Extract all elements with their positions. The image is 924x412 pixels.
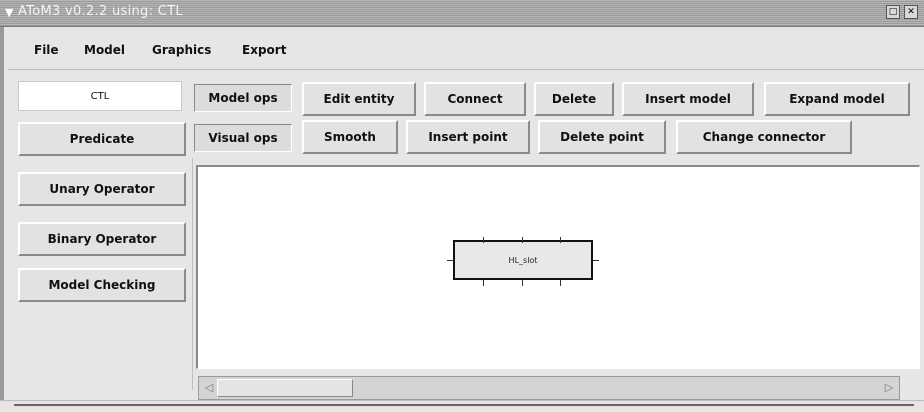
window-bottom-border [0, 400, 924, 412]
insert-point-button[interactable]: Insert point [406, 120, 530, 154]
unary-operator-button[interactable]: Unary Operator [18, 172, 186, 206]
binary-operator-button[interactable]: Binary Operator [18, 222, 186, 256]
close-icon[interactable]: ✕ [904, 5, 918, 19]
title-bar[interactable]: ▼ AToM3 v0.2.2 using: CTL □ ✕ [0, 0, 924, 27]
model-ops-label: Model ops [194, 84, 292, 112]
entity-port[interactable] [560, 237, 561, 243]
entity-port[interactable] [593, 260, 599, 261]
menu-export[interactable]: Export [242, 43, 286, 57]
menu-file[interactable]: File [34, 43, 59, 57]
scroll-left-icon[interactable]: ◁ [201, 379, 217, 397]
window-menu-icon[interactable]: ▼ [5, 6, 17, 20]
expand-model-button[interactable]: Expand model [764, 82, 910, 116]
model-canvas[interactable]: HL_slot [196, 165, 920, 369]
window-title: AToM3 v0.2.2 using: CTL [18, 4, 183, 19]
insert-model-button[interactable]: Insert model [622, 82, 754, 116]
scroll-right-icon[interactable]: ▷ [881, 379, 897, 397]
smooth-button[interactable]: Smooth [302, 120, 398, 154]
scrollbar-thumb[interactable] [217, 379, 353, 397]
entity-port[interactable] [522, 237, 523, 243]
connect-button[interactable]: Connect [424, 82, 526, 116]
window-left-border [0, 26, 4, 412]
menu-model[interactable]: Model [84, 43, 125, 57]
entity-port[interactable] [522, 280, 523, 286]
model-checking-button[interactable]: Model Checking [18, 268, 186, 302]
visual-ops-label: Visual ops [194, 124, 292, 152]
divider [14, 404, 914, 406]
menu-graphics[interactable]: Graphics [152, 43, 211, 57]
application-window: ▼ AToM3 v0.2.2 using: CTL □ ✕ File Model… [0, 0, 924, 412]
canvas-entity[interactable]: HL_slot [453, 240, 593, 280]
entity-port[interactable] [483, 280, 484, 286]
change-connector-button[interactable]: Change connector [676, 120, 852, 154]
delete-point-button[interactable]: Delete point [538, 120, 666, 154]
entity-port[interactable] [447, 260, 453, 261]
edit-entity-button[interactable]: Edit entity [302, 82, 416, 116]
predicate-button[interactable]: Predicate [18, 122, 186, 156]
formalism-name-field: CTL [18, 81, 182, 111]
maximize-icon[interactable]: □ [886, 5, 900, 19]
menu-bar: File Model Graphics Export [8, 33, 924, 70]
delete-button[interactable]: Delete [534, 82, 614, 116]
horizontal-scrollbar[interactable]: ◁ ▷ [198, 376, 900, 400]
entity-port[interactable] [483, 237, 484, 243]
entity-port[interactable] [560, 280, 561, 286]
